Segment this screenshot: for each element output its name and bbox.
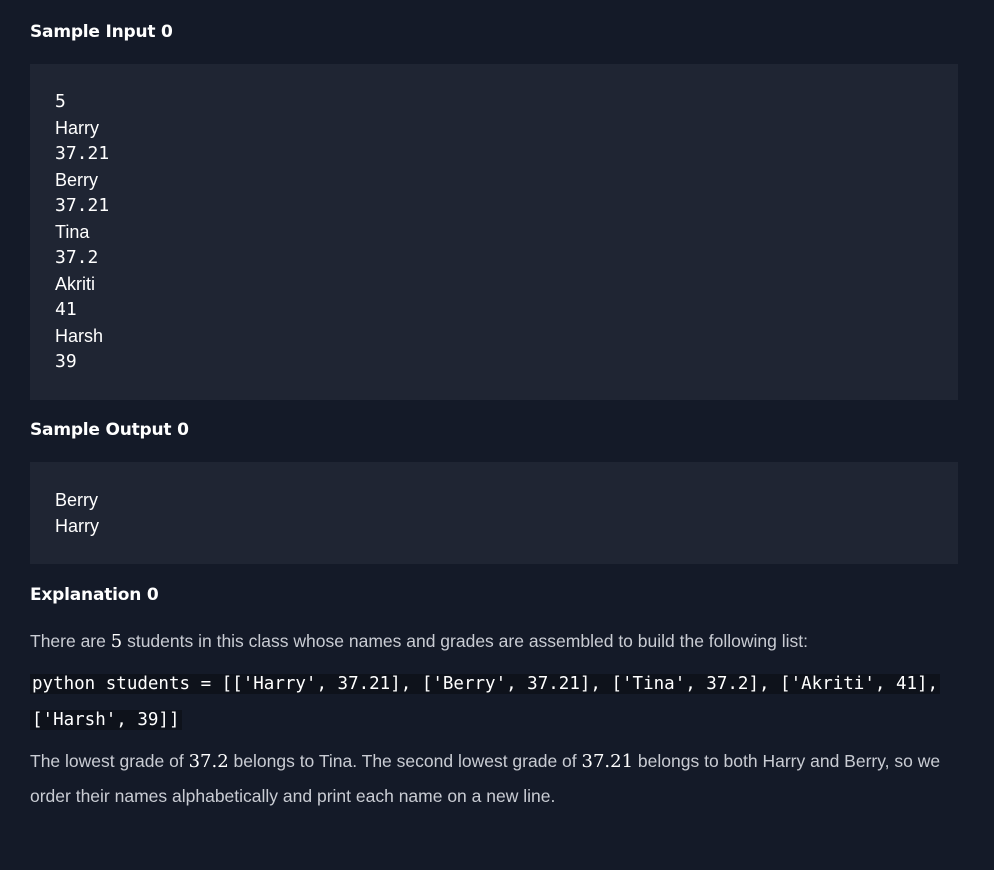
sample-input-line: Harry <box>55 118 99 138</box>
sample-output-block: Berry Harry <box>30 462 958 564</box>
detail-text-a: The lowest grade of <box>30 751 184 771</box>
sample-input-line: Berry <box>55 170 99 190</box>
sample-output-line: Berry <box>55 490 99 510</box>
sample-input-heading: Sample Input 0 <box>30 22 173 42</box>
lowest-grade: 37.2 <box>188 751 229 772</box>
sample-output-heading: Sample Output 0 <box>30 420 189 440</box>
explanation-intro: There are 5 students in this class whose… <box>30 624 808 659</box>
detail-text-c: belongs to both Harry and Berry, so we <box>637 751 941 771</box>
sample-input-line: 5 <box>55 91 66 112</box>
sample-input-line: 37.21 <box>55 195 110 216</box>
code-text: python students = [['Harry', 37.21], ['B… <box>30 674 941 694</box>
students-list-code-line-1: python students = [['Harry', 37.21], ['B… <box>30 672 941 696</box>
explanation-detail-line-2: order their names alphabetically and pri… <box>30 786 556 806</box>
sample-input-line: Tina <box>55 222 90 242</box>
sample-input-line: 41 <box>55 299 77 320</box>
sample-input-line: 39 <box>55 351 77 372</box>
sample-input-line: Akriti <box>55 274 95 294</box>
intro-text-after: students in this class whose names and g… <box>127 631 809 651</box>
problem-statement: Sample Input 0 5 Harry 37.21 Berry 37.21… <box>0 0 994 870</box>
sample-input-line: 37.21 <box>55 143 110 164</box>
detail-text-b: belongs to Tina. The second lowest grade… <box>233 751 577 771</box>
sample-input-block: 5 Harry 37.21 Berry 37.21 Tina 37.2 Akri… <box>30 64 958 400</box>
students-list-code-line-2: ['Harsh', 39]] <box>30 708 182 732</box>
sample-input-line: Harsh <box>55 326 104 346</box>
student-count: 5 <box>110 631 123 652</box>
intro-text-before: There are <box>30 631 106 651</box>
second-lowest-grade: 37.21 <box>581 751 634 772</box>
sample-input-line: 37.2 <box>55 247 99 268</box>
explanation-detail-line-1: The lowest grade of 37.2 belongs to Tina… <box>30 744 940 779</box>
code-text: ['Harsh', 39]] <box>30 710 182 730</box>
explanation-heading: Explanation 0 <box>30 585 159 605</box>
sample-output-line: Harry <box>55 516 99 536</box>
